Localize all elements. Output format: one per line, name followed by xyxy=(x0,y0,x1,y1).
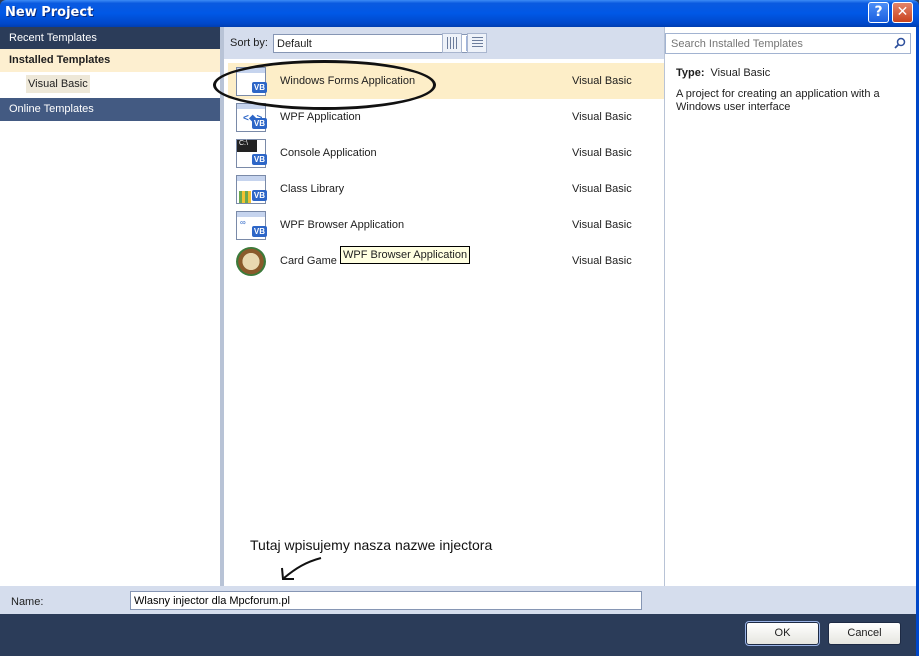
list-columns-icon xyxy=(447,37,458,49)
title-bar: New Project ? ✕ xyxy=(0,0,919,27)
template-language: Visual Basic xyxy=(572,111,632,123)
tooltip: WPF Browser Application xyxy=(340,246,471,264)
template-list: VB Windows Forms Application Visual Basi… xyxy=(224,59,664,586)
list-rows-icon xyxy=(472,37,483,49)
details-view-button[interactable] xyxy=(467,33,487,53)
ok-button[interactable]: OK xyxy=(745,621,820,646)
templates-toolbar: Sort by: Default ▼ xyxy=(224,27,664,59)
template-language: Visual Basic xyxy=(572,219,632,231)
help-button[interactable]: ? xyxy=(868,2,889,23)
template-type: Type: Visual Basic xyxy=(676,67,770,79)
highlight-circle-annotation xyxy=(213,60,436,110)
name-bar: Name: xyxy=(0,586,919,614)
template-name: Console Application xyxy=(280,147,377,159)
arrow-annotation-icon xyxy=(281,557,322,580)
wpf-vb-icon: <◆>VB xyxy=(236,103,267,132)
template-language: Visual Basic xyxy=(572,183,632,195)
template-item-wpf-browser[interactable]: ∞ VB WPF Browser Application Visual Basic xyxy=(228,207,664,243)
project-name-input[interactable] xyxy=(130,591,642,610)
template-language: Visual Basic xyxy=(572,255,632,267)
annotation-note: Tutaj wpisujemy nasza nazwe injectora xyxy=(250,537,493,553)
cancel-button[interactable]: Cancel xyxy=(828,622,901,645)
window-title: New Project xyxy=(5,5,94,20)
card-game-icon xyxy=(236,247,266,276)
template-name: WPF Browser Application xyxy=(280,219,405,231)
template-name: Class Library xyxy=(280,183,345,195)
template-language: Visual Basic xyxy=(572,147,632,159)
template-item-class-library[interactable]: VB Class Library Visual Basic xyxy=(228,171,664,207)
visual-basic-item[interactable]: Visual Basic xyxy=(26,75,90,93)
template-description: A project for creating an application wi… xyxy=(676,88,880,113)
search-input[interactable] xyxy=(666,34,886,53)
template-categories: Recent Templates Installed Templates Vis… xyxy=(0,27,220,586)
installed-subitems: Visual Basic xyxy=(0,72,220,98)
recent-templates-item[interactable]: Recent Templates xyxy=(0,27,220,49)
name-label: Name: xyxy=(11,596,44,608)
template-item-console[interactable]: C:\ VB Console Application Visual Basic xyxy=(228,135,664,171)
sort-by-label: Sort by: xyxy=(230,37,268,49)
search-box[interactable] xyxy=(665,33,911,54)
medium-icons-view-button[interactable] xyxy=(442,33,462,53)
wpf-browser-vb-icon: ∞ VB xyxy=(236,211,267,240)
dialog-footer: OK Cancel xyxy=(0,614,919,656)
type-value: Visual Basic xyxy=(710,67,771,79)
online-templates-item[interactable]: Online Templates xyxy=(0,98,220,121)
type-label: Type: xyxy=(676,67,705,79)
sort-by-value: Default xyxy=(277,38,312,50)
classlib-vb-icon: VB xyxy=(236,175,267,204)
close-button[interactable]: ✕ xyxy=(892,2,913,23)
installed-templates-item[interactable]: Installed Templates xyxy=(0,49,220,72)
search-icon[interactable] xyxy=(894,37,906,49)
template-language: Visual Basic xyxy=(572,75,632,87)
template-details-pane: Type: Visual Basic A project for creating… xyxy=(665,27,916,586)
console-vb-icon: C:\ VB xyxy=(236,139,267,168)
template-name: WPF Application xyxy=(280,111,361,123)
